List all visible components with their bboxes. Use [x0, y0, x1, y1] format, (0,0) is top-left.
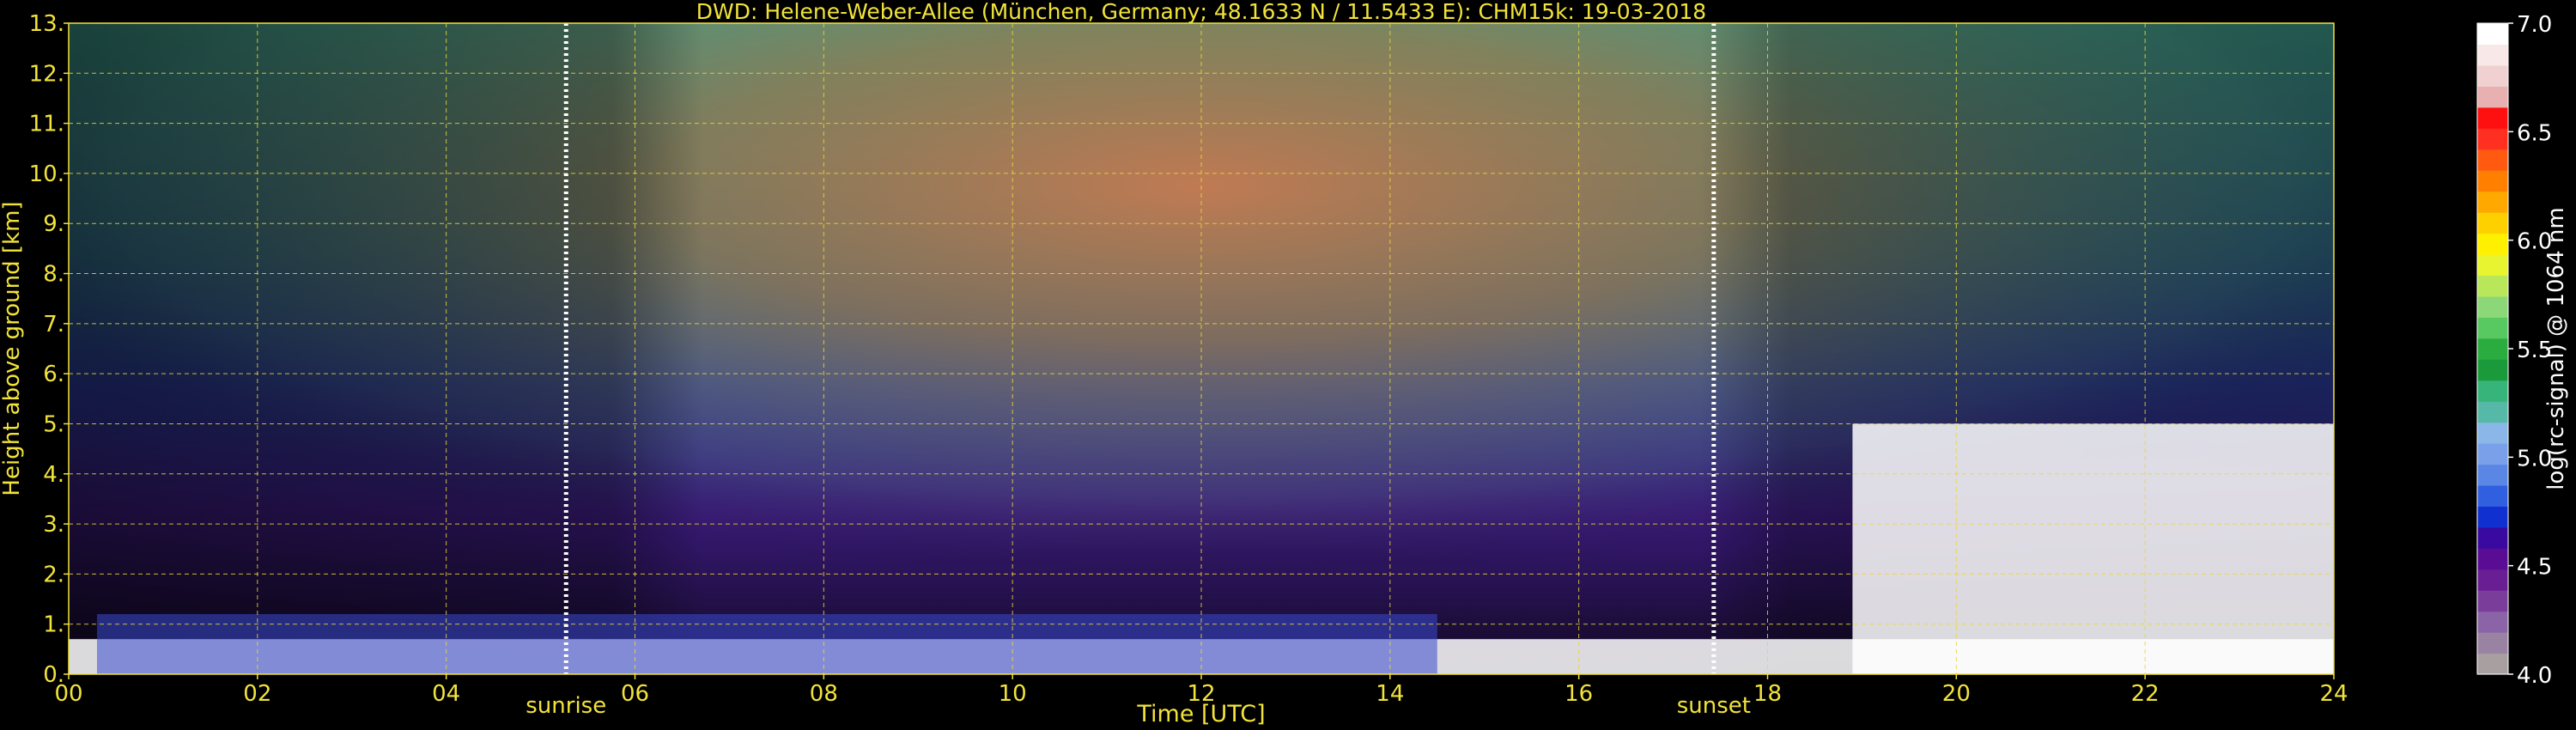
colorbar-scale [2477, 23, 2508, 675]
colorbar-tick-label: 6.5 [2517, 120, 2552, 146]
x-tick-label: 02 [243, 681, 271, 707]
chart-title: DWD: Helene-Weber-Allee (München, German… [696, 0, 1706, 24]
y-tick-label: 0. [43, 662, 64, 688]
colorbar-swatch [2477, 590, 2508, 612]
colorbar-swatch [2477, 484, 2508, 507]
colorbar-tick-label: 4.0 [2517, 663, 2552, 689]
y-tick-label: 13. [29, 11, 64, 37]
colorbar-swatch [2477, 359, 2508, 381]
aerosol-layer [96, 614, 1437, 674]
y-tick-label: 5. [43, 411, 64, 437]
y-tick-label: 4. [43, 462, 64, 488]
x-tick-label: 22 [2131, 681, 2160, 707]
colorbar-swatch [2477, 295, 2508, 318]
y-tick-label: 10. [29, 161, 64, 187]
y-tick-label: 9. [43, 211, 64, 237]
x-tick-label: 24 [2319, 681, 2348, 707]
colorbar-swatch [2477, 464, 2508, 486]
colorbar-swatch [2477, 653, 2508, 675]
colorbar-swatch [2477, 86, 2508, 108]
colorbar-swatch [2477, 128, 2508, 150]
x-tick-label: 06 [621, 681, 649, 707]
y-tick-label: 6. [43, 362, 64, 387]
colorbar-swatch [2477, 317, 2508, 339]
x-tick-label: 10 [999, 681, 1027, 707]
sunrise-label: sunrise [526, 693, 606, 719]
colorbar-swatch [2477, 380, 2508, 402]
colorbar-swatch [2477, 23, 2508, 46]
colorbar-swatch [2477, 338, 2508, 360]
x-tick-label: 14 [1376, 681, 1404, 707]
colorbar-swatch [2477, 64, 2508, 87]
sunset-label: sunset [1677, 693, 1751, 719]
y-tick-label: 2. [43, 562, 64, 587]
colorbar-swatch [2477, 611, 2508, 633]
colorbar-swatch [2477, 253, 2508, 277]
y-axis-ticks: 0. 1. 2. 3. 4. 5. 6. 7. 8. 9. 10. 11. 12. 13. [29, 11, 69, 688]
y-tick-label: 3. [43, 512, 64, 538]
y-tick-label: 1. [43, 612, 64, 638]
x-tick-label: 04 [432, 681, 460, 707]
colorbar-tick-label: 7.0 [2517, 12, 2552, 38]
colorbar-swatch [2477, 632, 2508, 654]
colorbar-swatch [2477, 506, 2508, 528]
colorbar-swatch [2477, 233, 2508, 255]
ceilometer-chart: DWD: Helene-Weber-Allee (München, German… [0, 0, 2569, 727]
y-tick-label: 12. [29, 61, 64, 87]
aerosol-layer [1852, 423, 2334, 674]
colorbar-swatch [2477, 526, 2508, 549]
colorbar-label: log(rc-signal) @ 1064 nm [2543, 207, 2569, 490]
colorbar-swatch [2477, 569, 2508, 591]
colorbar-tick-label: 4.5 [2517, 555, 2552, 581]
colorbar-swatch [2477, 212, 2508, 234]
y-axis-label: Height above ground [km] [0, 201, 25, 496]
colorbar-swatch [2477, 401, 2508, 423]
colorbar-swatch [2477, 44, 2508, 66]
colorbar-swatch [2477, 170, 2508, 192]
x-axis-label: Time [UTC] [1136, 701, 1265, 727]
x-tick-label: 20 [1942, 681, 1971, 707]
y-tick-label: 11. [29, 112, 64, 137]
colorbar: 4.04.55.05.56.06.57.0 log(rc-signal) @ 1… [2476, 12, 2569, 689]
x-tick-label: 08 [810, 681, 838, 707]
x-tick-label: 18 [1753, 681, 1782, 707]
colorbar-swatch [2477, 149, 2508, 171]
colorbar-swatch [2477, 443, 2508, 465]
colorbar-swatch [2477, 422, 2508, 444]
y-tick-label: 7. [43, 312, 64, 338]
colorbar-swatch [2477, 106, 2508, 129]
colorbar-swatch [2477, 548, 2508, 570]
colorbar-swatch [2477, 191, 2508, 213]
colorbar-swatch [2477, 275, 2508, 297]
y-tick-label: 8. [43, 262, 64, 288]
x-tick-label: 16 [1564, 681, 1593, 707]
